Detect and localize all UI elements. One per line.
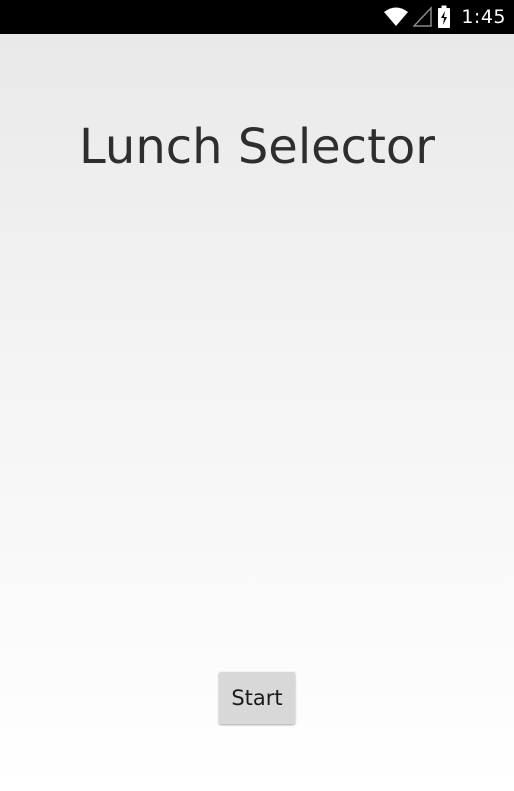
status-clock: 1:45 [461, 6, 506, 28]
app-screen: Lunch Selector Start [0, 34, 514, 791]
status-bar: 1:45 [0, 0, 514, 34]
status-icons: 1:45 [383, 0, 506, 34]
battery-charging-icon [437, 5, 451, 29]
cell-signal-icon [413, 6, 433, 28]
start-button[interactable]: Start [219, 672, 295, 724]
wifi-icon [383, 6, 409, 28]
page-title: Lunch Selector [79, 119, 435, 175]
